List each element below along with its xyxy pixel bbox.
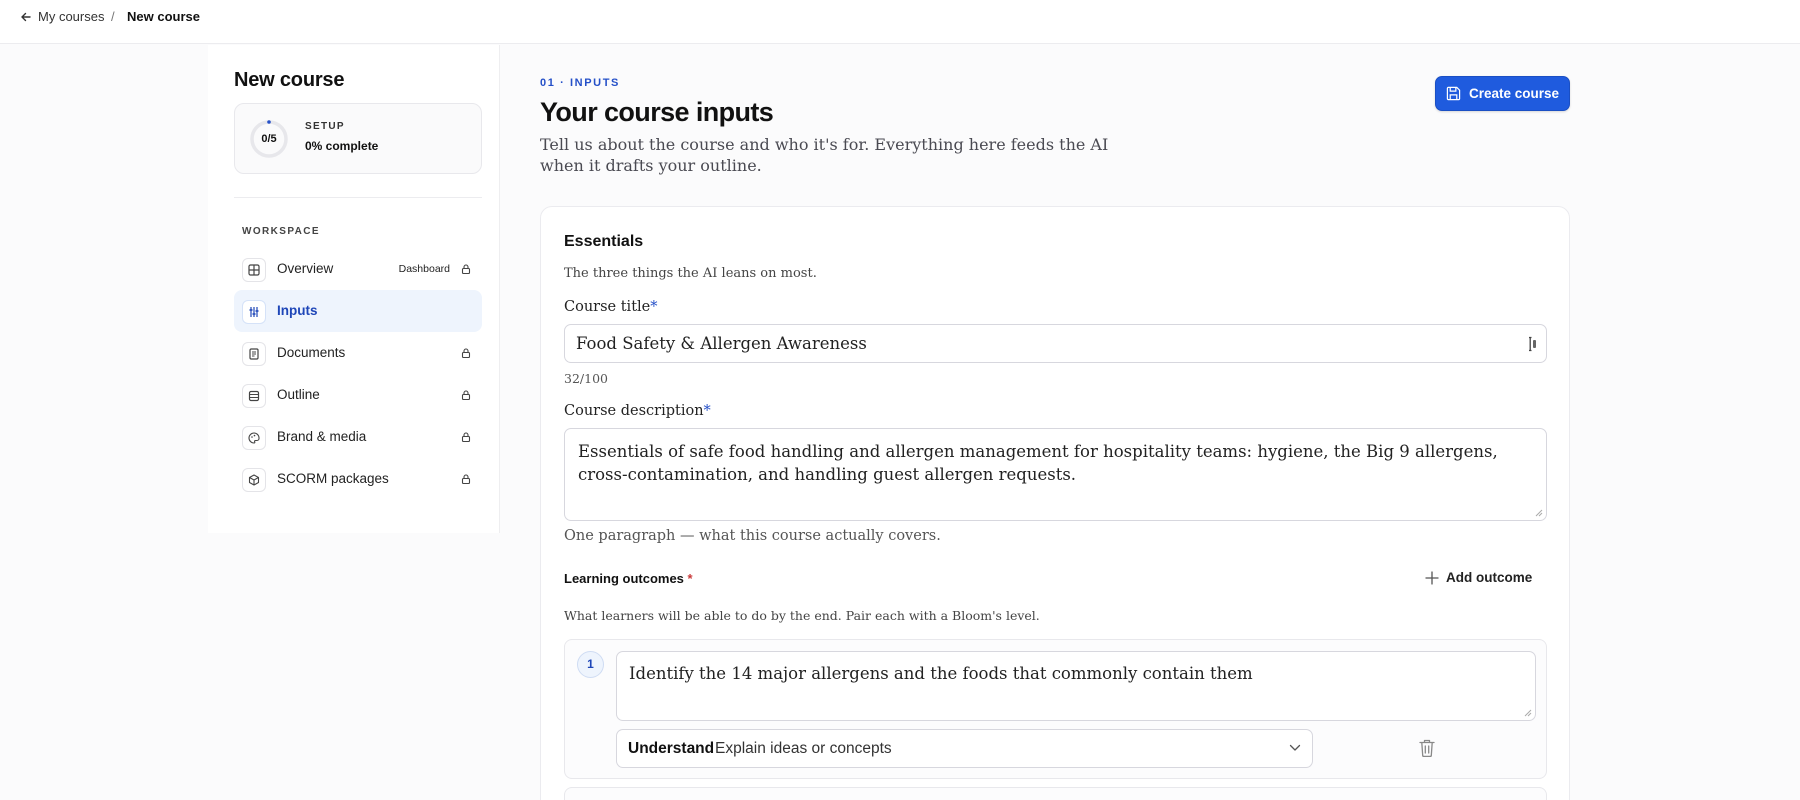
sidebar-item-label: Inputs bbox=[277, 303, 318, 318]
sidebar: New course 0/5 SETUP 0% complete WORKSPA… bbox=[208, 45, 500, 533]
page-title: Your course inputs bbox=[540, 97, 774, 127]
bloom-level-description: Explain ideas or concepts bbox=[715, 740, 892, 757]
sidebar-item-label: SCORM packages bbox=[277, 471, 389, 486]
create-course-label: Create course bbox=[1468, 86, 1560, 101]
setup-progress-card: 0/5 SETUP 0% complete bbox=[234, 103, 482, 174]
resize-handle-icon[interactable] bbox=[1522, 707, 1532, 717]
plus-icon bbox=[1425, 570, 1439, 585]
sidebar-item-label: Documents bbox=[277, 345, 346, 360]
sidebar-item-overview[interactable]: Overview Dashboard bbox=[234, 248, 482, 290]
sidebar-item-label: Brand & media bbox=[277, 429, 367, 444]
lock-icon bbox=[461, 264, 471, 275]
lock-icon bbox=[461, 390, 471, 401]
resize-handle-icon[interactable] bbox=[1533, 507, 1543, 517]
text-cursor-icon bbox=[1529, 336, 1536, 352]
sidebar-item-label: Outline bbox=[277, 387, 320, 402]
required-mark: * bbox=[650, 299, 658, 315]
step-kicker: 01 · INPUTS bbox=[540, 77, 620, 89]
progress-value: 0% complete bbox=[305, 139, 379, 153]
lock-icon bbox=[461, 474, 471, 485]
save-icon bbox=[1446, 86, 1461, 101]
course-title-input[interactable]: Food Safety & Allergen Awareness bbox=[564, 324, 1547, 363]
sliders-icon bbox=[242, 300, 266, 324]
course-description-label: Course description* bbox=[564, 403, 711, 419]
course-title-value: Food Safety & Allergen Awareness bbox=[576, 334, 867, 353]
add-outcome-button[interactable]: Add outcome bbox=[1425, 570, 1532, 585]
chevron-down-icon bbox=[1289, 744, 1301, 751]
workspace-section-label: WORKSPACE bbox=[242, 226, 320, 237]
outcome-number: 1 bbox=[577, 651, 604, 678]
progress-count: 0/5 bbox=[261, 133, 277, 145]
learning-outcome-item-next bbox=[564, 787, 1547, 800]
course-description-value: Essentials of safe food handling and all… bbox=[578, 442, 1498, 484]
list-icon bbox=[242, 384, 266, 408]
grid-icon bbox=[242, 258, 266, 282]
sidebar-item-inputs[interactable]: Inputs bbox=[234, 290, 482, 332]
back-to-my-courses-link[interactable]: My courses bbox=[20, 9, 104, 24]
sidebar-item-brand-media[interactable]: Brand & media bbox=[234, 416, 482, 458]
learning-outcomes-label: Learning outcomes * bbox=[564, 571, 693, 586]
course-description-label-text: Course description bbox=[564, 403, 704, 419]
add-outcome-label: Add outcome bbox=[1446, 570, 1533, 585]
top-bar: My courses / New course bbox=[0, 0, 1800, 44]
breadcrumb-separator: / bbox=[111, 9, 115, 24]
bloom-level-select[interactable]: Understand Explain ideas or concepts bbox=[616, 729, 1313, 768]
sidebar-item-scorm-packages[interactable]: SCORM packages bbox=[234, 458, 482, 500]
description-helper: One paragraph — what this course actuall… bbox=[564, 528, 941, 544]
essentials-card: Essentials The three things the AI leans… bbox=[540, 206, 1570, 800]
palette-icon bbox=[242, 426, 266, 450]
course-title-counter: 32/100 bbox=[564, 371, 608, 386]
page-subtitle: Tell us about the course and who it's fo… bbox=[540, 135, 1109, 175]
required-mark: * bbox=[703, 403, 711, 419]
outcome-text-input[interactable]: Identify the 14 major allergens and the … bbox=[616, 651, 1536, 721]
learning-outcomes-subtitle: What learners will be able to do by the … bbox=[564, 608, 1040, 623]
course-description-textarea[interactable]: Essentials of safe food handling and all… bbox=[564, 428, 1547, 521]
course-title-label-text: Course title bbox=[564, 299, 651, 315]
trash-icon[interactable] bbox=[1418, 738, 1436, 758]
create-course-button[interactable]: Create course bbox=[1435, 76, 1570, 111]
breadcrumb-my-courses: My courses bbox=[38, 9, 105, 24]
outcome-text-value: Identify the 14 major allergens and the … bbox=[629, 664, 1253, 683]
lock-icon bbox=[461, 432, 471, 443]
sidebar-title: New course bbox=[234, 69, 345, 91]
dashboard-badge: Dashboard bbox=[398, 263, 450, 275]
essentials-title: Essentials bbox=[564, 233, 644, 250]
progress-kicker: SETUP bbox=[305, 121, 345, 132]
package-icon bbox=[242, 468, 266, 492]
sidebar-item-label: Overview bbox=[277, 261, 334, 276]
document-icon bbox=[242, 342, 266, 366]
arrow-left-icon bbox=[21, 12, 31, 21]
breadcrumb-current: New course bbox=[127, 9, 200, 24]
bloom-level-value: Understand bbox=[628, 740, 715, 757]
course-title-label: Course title* bbox=[564, 299, 658, 315]
lock-icon bbox=[461, 348, 471, 359]
learning-outcome-item: 1 Identify the 14 major allergens and th… bbox=[564, 639, 1547, 779]
learning-outcomes-label-text: Learning outcomes bbox=[564, 571, 684, 586]
sidebar-item-outline[interactable]: Outline bbox=[234, 374, 482, 416]
essentials-subtitle: The three things the AI leans on most. bbox=[564, 266, 817, 281]
sidebar-divider bbox=[234, 197, 482, 198]
sidebar-item-documents[interactable]: Documents bbox=[234, 332, 482, 374]
required-mark: * bbox=[687, 571, 693, 586]
